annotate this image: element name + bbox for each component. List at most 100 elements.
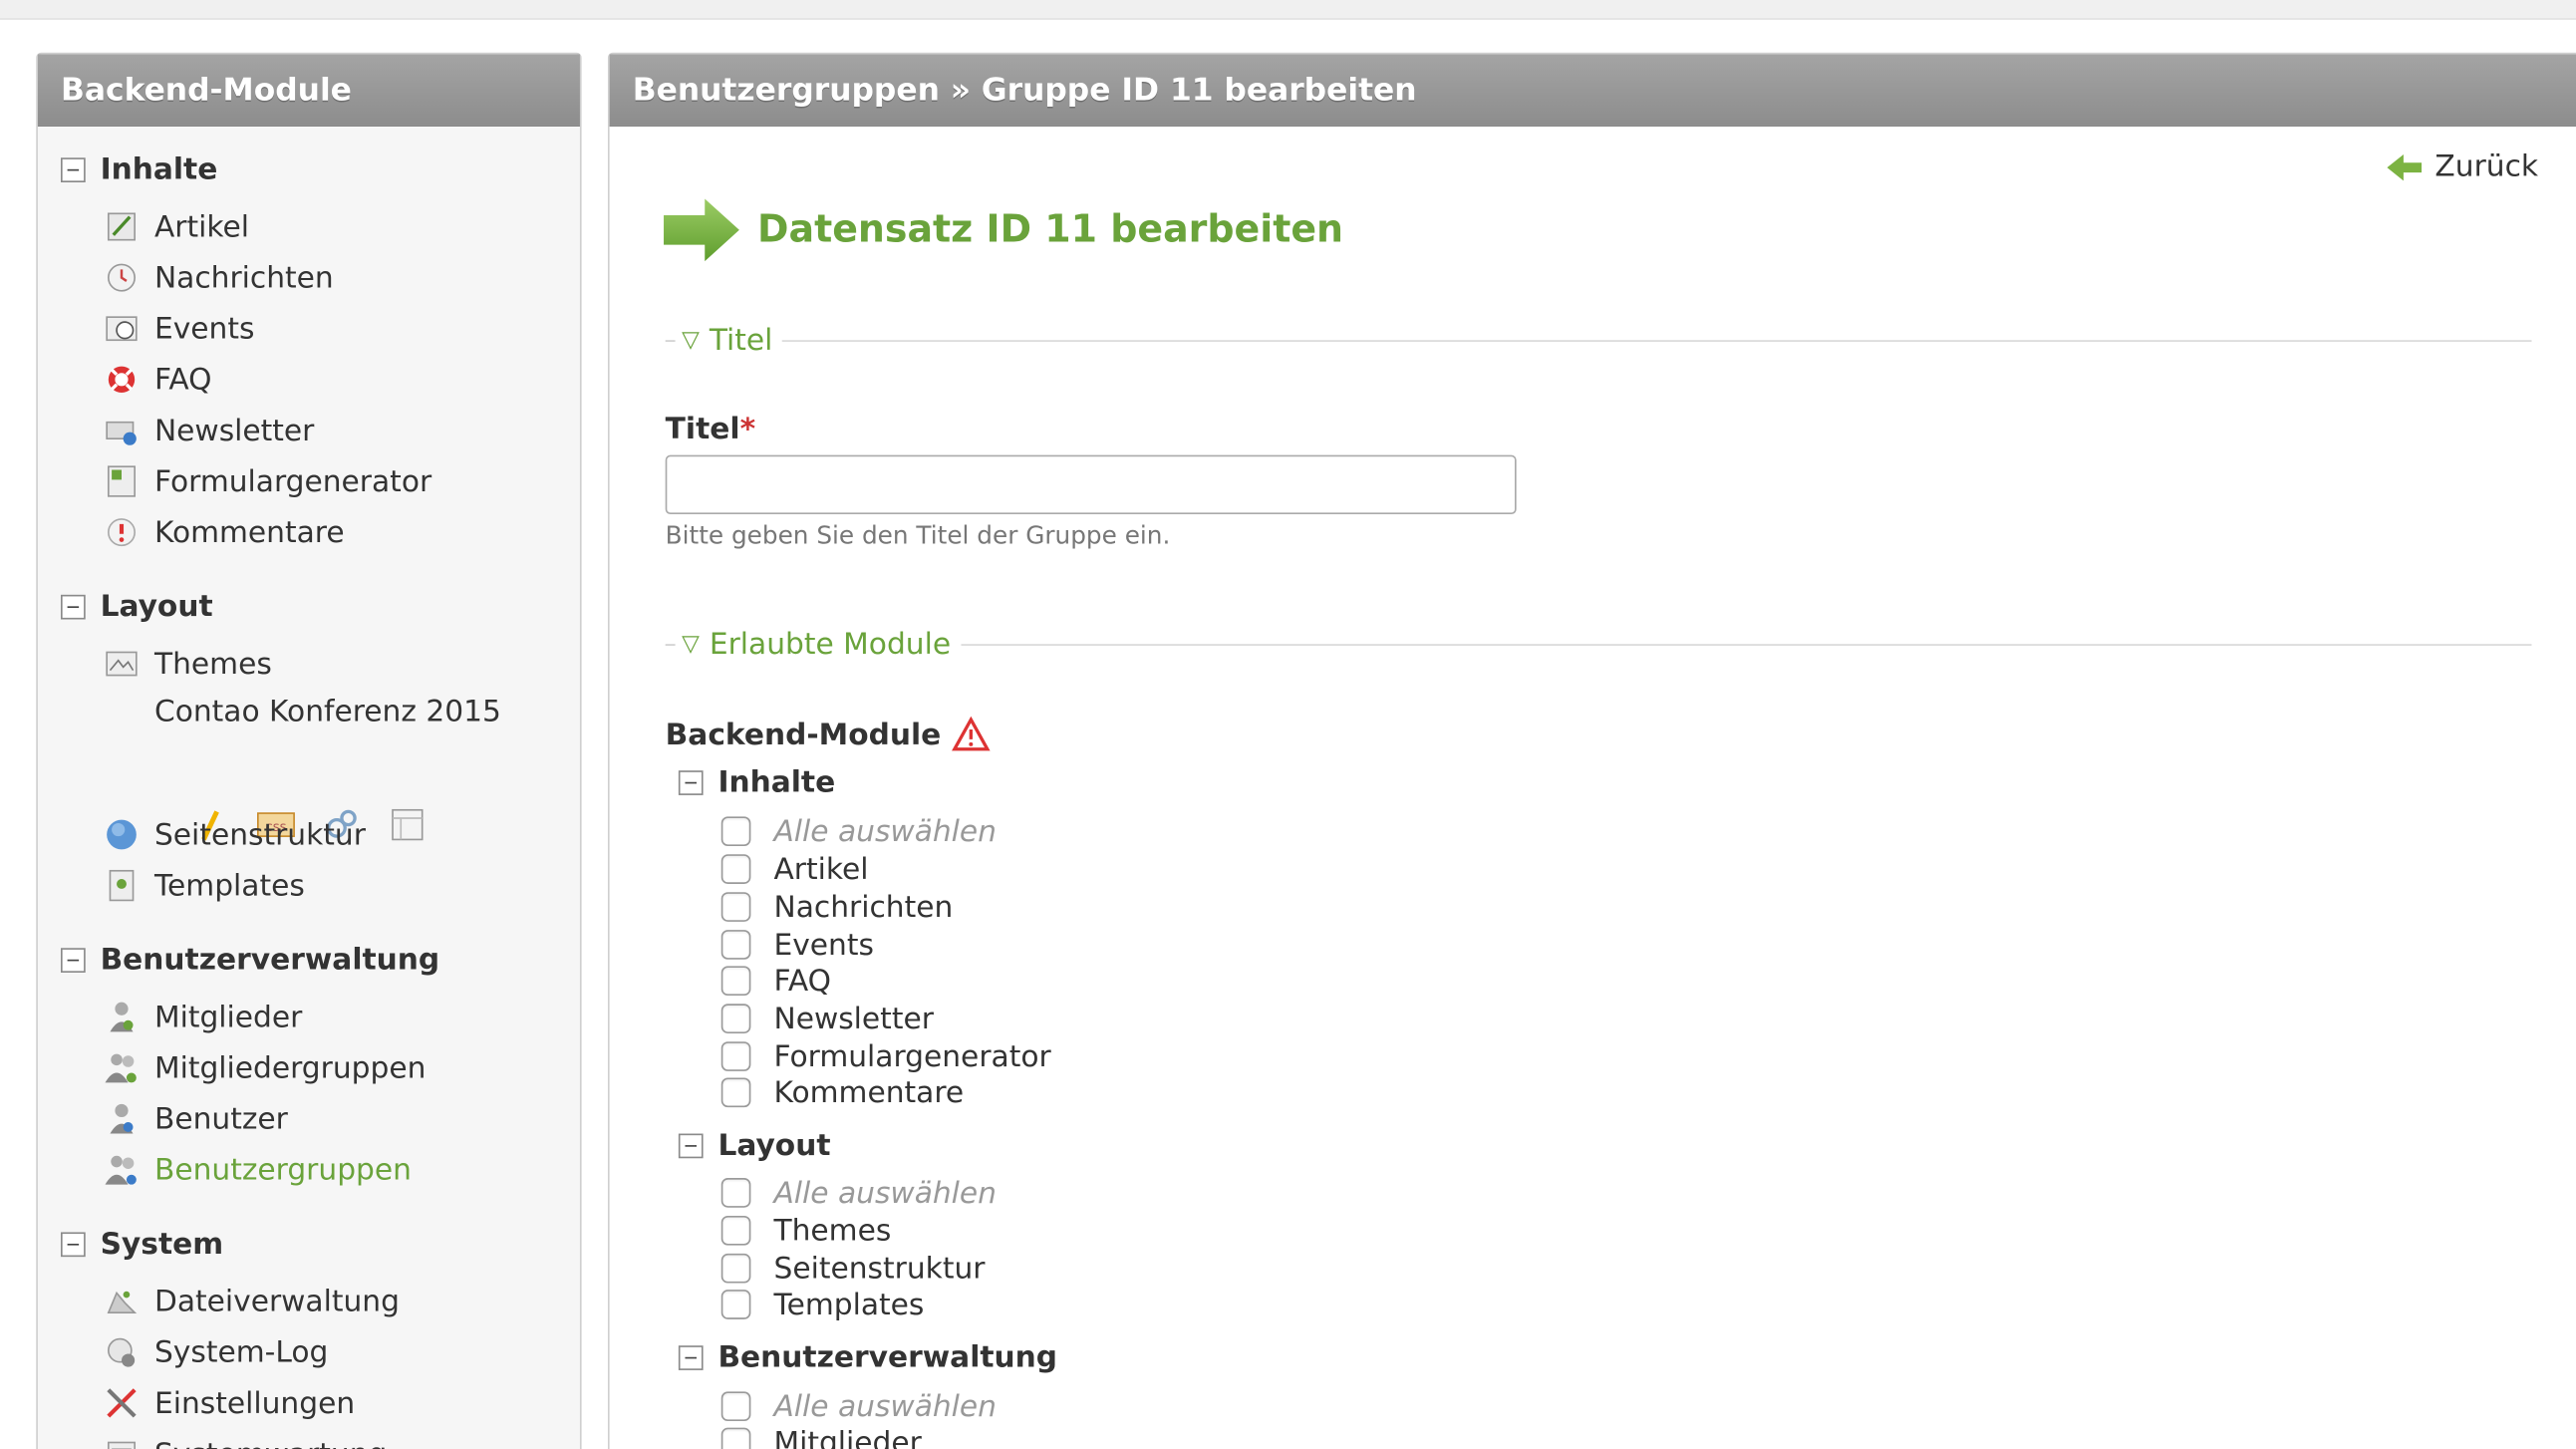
module-checkbox-kommentare[interactable]: Kommentare bbox=[720, 1074, 965, 1110]
nav-item-systemwartung[interactable]: Systemwartung bbox=[104, 1433, 387, 1449]
nav-item-seitenstruktur[interactable]: Seitenstruktur bbox=[104, 813, 366, 856]
nav-item-label: Einstellungen bbox=[153, 1385, 356, 1421]
module-group-layout[interactable]: Layout bbox=[678, 1125, 831, 1165]
nav-item-benutzergruppen[interactable]: Benutzergruppen bbox=[104, 1148, 412, 1191]
checkbox[interactable] bbox=[720, 1253, 751, 1284]
collapse-icon[interactable] bbox=[60, 593, 86, 619]
module-checkbox-artikel[interactable]: Artikel bbox=[720, 851, 869, 887]
collapse-icon[interactable] bbox=[678, 1344, 704, 1370]
checkbox[interactable] bbox=[720, 1178, 751, 1208]
module-group-label: Inhalte bbox=[717, 764, 836, 800]
select-all-layout[interactable]: Alle auswählen bbox=[720, 1175, 997, 1211]
nav-item-formulargenerator[interactable]: Formulargenerator bbox=[104, 460, 431, 503]
nav-item-templates[interactable]: Templates bbox=[104, 864, 305, 907]
checkbox[interactable] bbox=[720, 1427, 751, 1449]
title-field-label: Titel* bbox=[666, 413, 755, 447]
nav-group-label: Benutzerverwaltung bbox=[100, 942, 440, 978]
collapse-icon[interactable] bbox=[60, 947, 86, 973]
checkbox[interactable] bbox=[720, 854, 751, 884]
template-icon bbox=[104, 867, 140, 903]
nav-group-label: System bbox=[100, 1226, 224, 1262]
backend-modules-panel: Backend-Module Inhalte Artikel Nachricht… bbox=[36, 52, 582, 1449]
select-all-inhalte[interactable]: Alle auswählen bbox=[720, 813, 997, 849]
back-link[interactable]: Zurück bbox=[2386, 149, 2538, 184]
module-checkbox-faq[interactable]: FAQ bbox=[720, 963, 831, 999]
module-checkbox-newsletter[interactable]: Newsletter bbox=[720, 1001, 934, 1036]
nav-group-inhalte[interactable]: Inhalte bbox=[60, 149, 217, 189]
checkbox[interactable] bbox=[720, 892, 751, 922]
checkbox[interactable] bbox=[720, 1041, 751, 1071]
divider bbox=[665, 339, 676, 342]
module-group-inhalte[interactable]: Inhalte bbox=[678, 762, 836, 802]
backend-modules-label: Backend-Module bbox=[665, 716, 991, 752]
nav-item-kommentare[interactable]: Kommentare bbox=[104, 511, 345, 554]
checkbox[interactable] bbox=[720, 1004, 751, 1033]
checkbox[interactable] bbox=[720, 1391, 751, 1422]
nav-item-einstellungen[interactable]: Einstellungen bbox=[104, 1381, 355, 1424]
nav-item-label: FAQ bbox=[153, 362, 212, 398]
theme-name[interactable]: Contao Konferenz 2015 bbox=[154, 692, 501, 734]
module-checkbox-mitglieder[interactable]: Mitglieder bbox=[720, 1424, 922, 1449]
nav-group-layout[interactable]: Layout bbox=[60, 587, 213, 627]
module-group-benutzerverwaltung[interactable]: Benutzerverwaltung bbox=[678, 1337, 1057, 1377]
nav-item-label: Templates bbox=[153, 868, 305, 903]
nav-group-benutzerverwaltung[interactable]: Benutzerverwaltung bbox=[60, 940, 440, 980]
checkbox-label: Themes bbox=[773, 1213, 892, 1249]
module-checkbox-events[interactable]: Events bbox=[720, 927, 874, 963]
section-erlaubte-module[interactable]: ▽ Erlaubte Module bbox=[665, 626, 2532, 662]
section-toggle[interactable]: ▽ Erlaubte Module bbox=[682, 627, 951, 662]
checkbox-label: Nachrichten bbox=[773, 889, 954, 925]
nav-item-label: Kommentare bbox=[153, 514, 345, 550]
module-checkbox-formulargenerator[interactable]: Formulargenerator bbox=[720, 1038, 1051, 1074]
section-titel[interactable]: ▽ Titel bbox=[665, 322, 2532, 358]
nav-item-dateiverwaltung[interactable]: Dateiverwaltung bbox=[104, 1280, 400, 1322]
nav-item-themes[interactable]: Themes bbox=[104, 643, 272, 686]
select-all-benutzerverwaltung[interactable]: Alle auswählen bbox=[720, 1388, 997, 1424]
checkbox-label: Formulargenerator bbox=[773, 1038, 1051, 1074]
member-group-icon bbox=[104, 1049, 140, 1085]
nav-item-faq[interactable]: FAQ bbox=[104, 358, 212, 401]
checkbox[interactable] bbox=[720, 816, 751, 847]
file-manager-icon bbox=[104, 1284, 140, 1319]
checkbox[interactable] bbox=[720, 1215, 751, 1246]
nav-item-system-log[interactable]: System-Log bbox=[104, 1330, 328, 1373]
module-checkbox-nachrichten[interactable]: Nachrichten bbox=[720, 889, 954, 925]
checkbox-label: Kommentare bbox=[773, 1075, 965, 1110]
nav-group-label: Layout bbox=[100, 589, 213, 624]
nav-item-nachrichten[interactable]: Nachrichten bbox=[104, 256, 334, 299]
nav-item-label: Seitenstruktur bbox=[153, 817, 366, 852]
nav-item-artikel[interactable]: Artikel bbox=[104, 205, 249, 248]
collapse-icon[interactable] bbox=[678, 1132, 704, 1158]
module-checkbox-themes[interactable]: Themes bbox=[720, 1213, 892, 1249]
user-icon bbox=[104, 1101, 140, 1137]
layout-icon[interactable] bbox=[386, 803, 429, 846]
title-help-text: Bitte geben Sie den Titel der Gruppe ein… bbox=[665, 520, 1171, 551]
back-label: Zurück bbox=[2434, 149, 2539, 184]
checkbox[interactable] bbox=[720, 930, 751, 960]
checkbox[interactable] bbox=[720, 966, 751, 997]
module-group-label: Layout bbox=[717, 1127, 831, 1163]
nav-item-benutzer[interactable]: Benutzer bbox=[104, 1097, 288, 1140]
nav-item-mitglieder[interactable]: Mitglieder bbox=[104, 996, 302, 1038]
nav-item-events[interactable]: Events bbox=[104, 307, 254, 350]
collapse-icon[interactable] bbox=[678, 769, 704, 795]
section-toggle[interactable]: ▽ Titel bbox=[682, 323, 772, 358]
collapse-icon[interactable] bbox=[60, 1231, 86, 1257]
nav-item-label: Artikel bbox=[153, 209, 249, 244]
backend-modules-header: Backend-Module bbox=[37, 54, 580, 127]
required-marker: * bbox=[739, 412, 756, 447]
module-checkbox-seitenstruktur[interactable]: Seitenstruktur bbox=[720, 1251, 985, 1287]
nav-item-mitgliedergruppen[interactable]: Mitgliedergruppen bbox=[104, 1046, 426, 1089]
divider bbox=[960, 643, 2532, 646]
checkbox-label: Events bbox=[773, 927, 874, 963]
comment-icon bbox=[104, 514, 140, 550]
nav-item-newsletter[interactable]: Newsletter bbox=[104, 410, 314, 452]
checkbox[interactable] bbox=[720, 1290, 751, 1319]
title-input[interactable] bbox=[665, 454, 1517, 515]
collapse-icon[interactable] bbox=[60, 156, 86, 182]
checkbox[interactable] bbox=[720, 1077, 751, 1108]
nav-item-label: Nachrichten bbox=[153, 260, 334, 295]
label-text: Backend-Module bbox=[665, 717, 942, 752]
module-checkbox-templates[interactable]: Templates bbox=[720, 1287, 924, 1322]
nav-group-system[interactable]: System bbox=[60, 1224, 224, 1264]
